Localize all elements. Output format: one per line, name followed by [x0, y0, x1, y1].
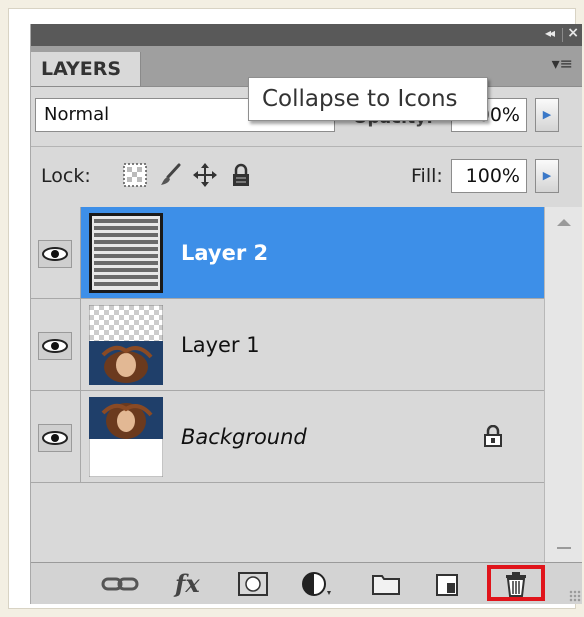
group-folder-icon[interactable] — [371, 571, 401, 597]
layer-row-layer-2[interactable]: Layer 2 — [31, 207, 545, 299]
tooltip: Collapse to Icons — [248, 77, 488, 121]
visibility-cell — [31, 391, 81, 482]
visibility-cell — [31, 299, 81, 390]
eye-icon[interactable] — [38, 424, 72, 452]
layer-name[interactable]: Background — [181, 425, 307, 449]
lock-image-pixels-icon[interactable] — [159, 163, 183, 187]
close-panel-button[interactable]: × — [567, 25, 579, 41]
lock-icon — [484, 425, 502, 447]
eye-icon[interactable] — [38, 240, 72, 268]
layers-bottom-toolbar: fx — [31, 562, 582, 604]
layer-thumbnail-background — [89, 397, 163, 477]
fill-slider-button[interactable]: ▶ — [535, 159, 559, 193]
layer-thumbnail-portrait — [89, 305, 163, 385]
layer-name[interactable]: Layer 1 — [181, 333, 260, 357]
titlebar-divider — [562, 28, 563, 42]
add-mask-icon[interactable] — [237, 571, 269, 597]
lock-row: Lock: Fill: 100% ▶ — [31, 147, 582, 208]
panel-menu-button[interactable]: ▾≡ — [552, 54, 573, 73]
fx-layer-style-icon[interactable]: fx — [175, 569, 200, 598]
panel-titlebar: ◂◂ × — [31, 24, 582, 46]
collapse-to-icons-button[interactable]: ◂◂ — [545, 26, 555, 40]
new-layer-icon[interactable] — [435, 571, 459, 597]
scroll-down-arrow-icon[interactable] — [557, 547, 571, 549]
link-layers-icon[interactable] — [101, 571, 139, 597]
layers-scrollbar[interactable] — [544, 207, 582, 563]
tab-layers[interactable]: LAYERS — [31, 52, 141, 86]
fill-label: Fill: — [411, 165, 443, 187]
lock-transparent-pixels-icon[interactable] — [123, 163, 147, 187]
fill-input[interactable]: 100% — [451, 159, 527, 193]
layer-row-layer-1[interactable]: Layer 1 — [31, 299, 545, 391]
lock-label: Lock: — [41, 165, 91, 187]
visibility-cell — [31, 207, 81, 298]
lock-position-icon[interactable] — [193, 163, 217, 187]
layer-row-background[interactable]: Background — [31, 391, 545, 483]
layer-name[interactable]: Layer 2 — [181, 241, 268, 265]
eye-icon[interactable] — [38, 332, 72, 360]
lock-all-icon[interactable] — [229, 163, 253, 187]
delete-button-highlight — [487, 565, 545, 601]
opacity-slider-button[interactable]: ▶ — [535, 98, 559, 132]
resize-grip-icon[interactable] — [569, 590, 581, 602]
layer-thumbnail-stripes — [89, 213, 163, 293]
adjustment-layer-icon[interactable] — [301, 571, 333, 597]
layers-list: Layer 2 Layer 1 Background — [31, 207, 545, 562]
blend-mode-value: Normal — [44, 104, 110, 125]
scroll-up-arrow-icon[interactable] — [557, 219, 571, 226]
